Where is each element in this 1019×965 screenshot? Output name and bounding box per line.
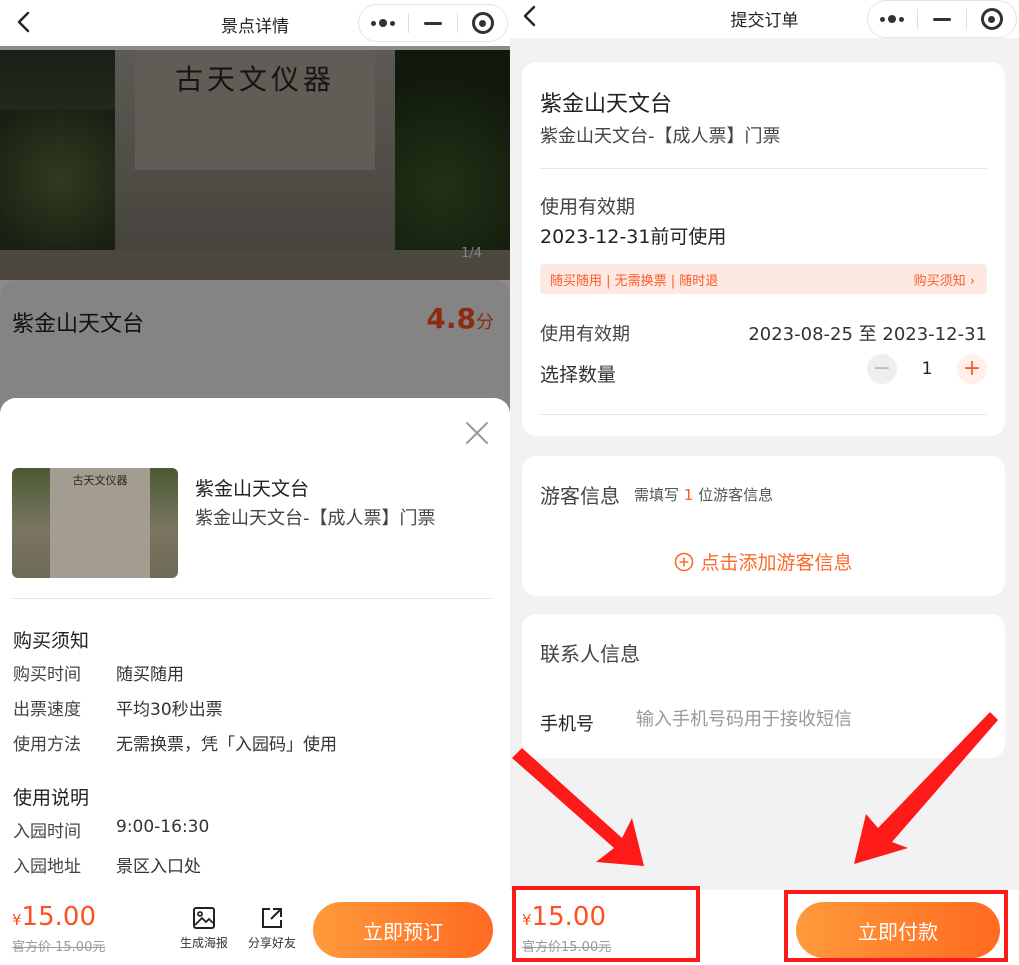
usage-value: 9:00-16:30	[116, 817, 210, 837]
thumbnail-inscription: 古天文仪器	[72, 474, 128, 487]
ticket-subtitle: 紫金山天文台-【成人票】门票	[540, 126, 781, 147]
submit-order-screen: 提交订单 紫金山天文台 紫金山天文台-【成人票】门票 使用有效期 2023-12…	[510, 0, 1019, 965]
minimize-button[interactable]	[409, 5, 458, 41]
price: ¥15.00	[12, 902, 96, 932]
mini-program-capsule	[358, 4, 508, 42]
contact-info-card: 联系人信息 手机号	[522, 614, 1005, 758]
share-button[interactable]: 分享好友	[240, 906, 304, 951]
add-guest-label: 点击添加游客信息	[700, 552, 853, 574]
usage-label: 入园时间	[13, 822, 81, 842]
validity-label-2: 使用有效期	[540, 324, 630, 345]
add-circle-icon	[675, 552, 694, 572]
ticket-thumbnail: 古天文仪器	[12, 468, 178, 578]
minimize-button[interactable]	[918, 1, 967, 37]
usage-notes-heading: 使用说明	[13, 787, 90, 809]
currency-symbol: ¥	[12, 911, 22, 929]
contact-info-title: 联系人信息	[540, 642, 640, 666]
poster-button[interactable]: 生成海报	[172, 906, 236, 951]
ticket-tags-bar[interactable]: 随买随用 | 无需换票 | 随时退 购买须知 ›	[540, 264, 987, 294]
usage-row: 入园地址 景区入口处	[13, 852, 201, 877]
hint-prefix: 需填写	[634, 486, 680, 504]
more-button[interactable]	[868, 1, 917, 37]
target-icon	[980, 8, 1003, 30]
quantity-stepper: − 1 +	[867, 354, 987, 384]
ticket-tags: 随买随用 | 无需换票 | 随时退	[550, 274, 719, 289]
quantity-decrease-button[interactable]: −	[867, 354, 897, 384]
validity-value: 2023-12-31前可使用	[540, 226, 727, 248]
original-price: 官方价 15.00元	[12, 940, 106, 955]
more-button[interactable]	[359, 5, 408, 41]
purchase-notice-link[interactable]: 购买须知 ›	[914, 270, 975, 289]
hint-count: 1	[683, 486, 694, 504]
guest-info-card: 游客信息 需填写 1 位游客信息 点击添加游客信息	[522, 456, 1005, 596]
add-guest-button[interactable]: 点击添加游客信息	[522, 548, 1005, 575]
close-app-button[interactable]	[458, 5, 507, 41]
more-dots-icon	[371, 19, 396, 27]
attraction-detail-screen: 古天文仪器 1/4 紫金山天文台 4.8分 景点详情 古天文仪器 紫金山天文台 …	[0, 0, 510, 965]
price-value: 15.00	[21, 902, 96, 932]
poster-label: 生成海报	[179, 936, 228, 950]
notice-row: 使用方法 无需换票，凭「入园码」使用	[13, 730, 337, 755]
guest-info-hint: 需填写 1 位游客信息	[634, 484, 773, 505]
ticket-subtitle: 紫金山天文台-【成人票】门票	[195, 508, 436, 529]
target-icon	[471, 12, 494, 34]
notice-label: 出票速度	[13, 700, 81, 720]
booking-bar: ¥15.00 官方价 15.00元 生成海报 分享好友 立即预订	[0, 890, 510, 965]
close-app-button[interactable]	[967, 1, 1016, 37]
notice-value: 随买随用	[116, 665, 184, 685]
nav-bar: 景点详情	[0, 0, 510, 46]
nav-bar: 提交订单	[510, 0, 1019, 38]
poster-icon	[193, 907, 215, 929]
divider	[12, 598, 492, 599]
price-highlight-box	[512, 886, 700, 962]
validity-label: 使用有效期	[540, 196, 636, 218]
more-dots-icon	[880, 15, 905, 23]
ticket-detail-sheet: 古天文仪器 紫金山天文台 紫金山天文台-【成人票】门票 购买须知 购买时间 随买随…	[0, 398, 510, 965]
notice-label: 使用方法	[13, 735, 81, 755]
usage-value: 景区入口处	[116, 857, 201, 877]
pay-button-highlight-box	[784, 890, 1008, 962]
ticket-name: 紫金山天文台	[540, 92, 673, 117]
quantity-label: 选择数量	[540, 364, 617, 386]
divider	[540, 168, 987, 169]
phone-label: 手机号	[540, 714, 594, 735]
ticket-title: 紫金山天文台	[195, 478, 310, 500]
usage-label: 入园地址	[13, 857, 81, 877]
book-now-button[interactable]: 立即预订	[313, 902, 493, 958]
notice-row: 出票速度 平均30秒出票	[13, 695, 223, 720]
phone-input[interactable]	[636, 704, 966, 734]
share-label: 分享好友	[247, 936, 296, 950]
notice-value: 平均30秒出票	[116, 700, 223, 720]
close-icon[interactable]	[464, 420, 490, 446]
validity-date-range: 2023-08-25 至 2023-12-31	[748, 324, 987, 345]
hint-suffix: 位游客信息	[698, 486, 774, 504]
usage-row: 入园时间 9:00-16:30	[13, 817, 209, 842]
divider	[540, 414, 987, 415]
quantity-value: 1	[921, 359, 933, 379]
share-icon	[262, 908, 282, 928]
guest-info-title: 游客信息	[540, 484, 620, 508]
quantity-increase-button[interactable]: +	[957, 354, 987, 384]
notice-value: 无需换票，凭「入园码」使用	[116, 735, 337, 755]
minimize-icon	[933, 17, 951, 21]
notice-label: 购买时间	[13, 665, 81, 685]
purchase-notice-heading: 购买须知	[13, 630, 90, 652]
minimize-icon	[424, 21, 442, 25]
ticket-card: 紫金山天文台 紫金山天文台-【成人票】门票 使用有效期 2023-12-31前可…	[522, 62, 1005, 436]
notice-row: 购买时间 随买随用	[13, 660, 184, 685]
mini-program-capsule	[867, 0, 1017, 38]
